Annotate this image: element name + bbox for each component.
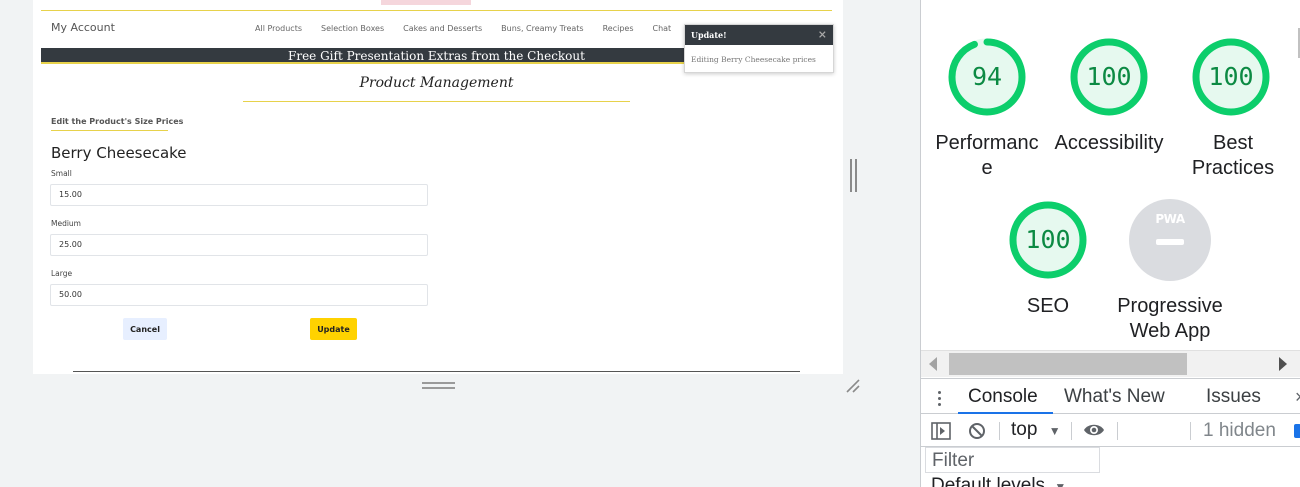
performance-gauge[interactable]: 94 bbox=[947, 37, 1027, 117]
best-practices-label: Best Practices bbox=[1191, 132, 1275, 179]
live-expression-eye-icon[interactable] bbox=[1083, 422, 1105, 438]
settings-gear-icon[interactable] bbox=[1294, 424, 1300, 438]
accessibility-label: Accessibility bbox=[1054, 132, 1164, 154]
update-toast: Update! × Editing Berry Cheesecake price… bbox=[684, 24, 834, 73]
performance-score: 94 bbox=[971, 62, 1003, 91]
devtools-panel: 94 Performance 100 Accessibility 100 Bes… bbox=[920, 0, 1300, 487]
toolbar-separator bbox=[1117, 422, 1118, 440]
console-filter-input[interactable]: Filter bbox=[925, 447, 1100, 473]
drawer-tabbar: Console What's New Issues × bbox=[921, 378, 1300, 414]
sidebar-toggle-icon[interactable] bbox=[931, 422, 951, 440]
seo-gauge[interactable]: 100 bbox=[1008, 200, 1088, 280]
best-practices-score: 100 bbox=[1208, 62, 1254, 91]
corner-resize-icon[interactable] bbox=[845, 378, 861, 394]
clear-console-icon[interactable] bbox=[968, 422, 986, 440]
nav-buns-creamy-treats[interactable]: Buns, Creamy Treats bbox=[501, 24, 583, 33]
scroll-right-arrow-icon[interactable] bbox=[1279, 357, 1287, 371]
header-divider bbox=[41, 10, 832, 11]
best-practices-gauge[interactable]: 100 bbox=[1191, 37, 1271, 117]
accessibility-score: 100 bbox=[1086, 62, 1132, 91]
small-price-label: Small bbox=[51, 169, 72, 178]
medium-price-input[interactable]: 25.00 bbox=[50, 234, 428, 256]
cancel-button[interactable]: Cancel bbox=[123, 318, 167, 340]
footer-divider bbox=[73, 371, 800, 372]
console-toolbar: top ▼ 1 hidden bbox=[921, 414, 1300, 447]
toolbar-separator bbox=[1190, 422, 1191, 440]
medium-price-label: Medium bbox=[51, 219, 81, 228]
section-divider bbox=[51, 130, 168, 131]
nav-chat[interactable]: Chat bbox=[653, 24, 672, 33]
tab-whats-new[interactable]: What's New bbox=[1064, 386, 1165, 408]
tab-console[interactable]: Console bbox=[968, 386, 1038, 408]
pwa-badge-text: PWA bbox=[1155, 212, 1185, 226]
pwa-badge[interactable]: PWA bbox=[1129, 199, 1211, 281]
viewport-width-resize-handle[interactable] bbox=[850, 159, 858, 192]
viewport-right-gutter bbox=[843, 0, 867, 398]
viewport-height-resize-handle[interactable] bbox=[422, 382, 455, 390]
tab-issues[interactable]: Issues bbox=[1206, 386, 1261, 408]
nav-selection-boxes[interactable]: Selection Boxes bbox=[321, 24, 384, 33]
accessibility-gauge[interactable]: 100 bbox=[1069, 37, 1149, 117]
log-levels-dropdown[interactable]: Default levels ▼ bbox=[931, 475, 1066, 487]
pwa-dash-icon bbox=[1156, 239, 1184, 245]
pwa-label: Progressive Web App bbox=[1117, 295, 1223, 342]
chevron-down-icon: ▼ bbox=[1048, 424, 1061, 438]
main-nav: All Products Selection Boxes Cakes and D… bbox=[255, 24, 690, 33]
section-label: Edit the Product's Size Prices bbox=[51, 117, 184, 126]
more-tabs-icon[interactable] bbox=[937, 389, 941, 407]
toast-message: Editing Berry Cheesecake prices bbox=[691, 55, 816, 64]
nav-all-products[interactable]: All Products bbox=[255, 24, 302, 33]
performance-label: Performance bbox=[935, 132, 1039, 179]
page-title: Product Management bbox=[359, 75, 514, 91]
seo-score: 100 bbox=[1025, 225, 1071, 254]
nav-cakes-desserts[interactable]: Cakes and Desserts bbox=[403, 24, 482, 33]
context-selector[interactable]: top ▼ bbox=[1011, 419, 1061, 441]
update-button[interactable]: Update bbox=[310, 318, 357, 340]
lighthouse-report: 94 Performance 100 Accessibility 100 Bes… bbox=[921, 0, 1300, 350]
toast-close-button[interactable]: × bbox=[818, 25, 827, 45]
context-value: top bbox=[1011, 419, 1038, 440]
log-levels-label: Default levels bbox=[931, 475, 1046, 487]
toast-title: Update! bbox=[691, 30, 727, 40]
chevron-down-icon: ▼ bbox=[1054, 480, 1067, 487]
hidden-messages-count[interactable]: 1 hidden bbox=[1203, 420, 1276, 442]
toolbar-separator bbox=[999, 422, 1000, 440]
title-divider bbox=[243, 101, 630, 102]
toolbar-separator bbox=[1071, 422, 1072, 440]
large-price-input[interactable]: 50.00 bbox=[50, 284, 428, 306]
large-price-label: Large bbox=[51, 269, 73, 278]
nav-recipes[interactable]: Recipes bbox=[603, 24, 634, 33]
scroll-thumb[interactable] bbox=[949, 353, 1187, 375]
my-account-link[interactable]: My Account bbox=[51, 21, 115, 34]
scroll-left-arrow-icon[interactable] bbox=[929, 357, 937, 371]
small-price-input[interactable]: 15.00 bbox=[50, 184, 428, 206]
report-horizontal-scrollbar[interactable] bbox=[921, 350, 1300, 377]
seo-label: SEO bbox=[1026, 295, 1070, 317]
hero-image-edge bbox=[381, 0, 471, 5]
product-name: Berry Cheesecake bbox=[51, 144, 187, 162]
drawer-close-icon[interactable]: × bbox=[1295, 387, 1300, 408]
toast-header: Update! × bbox=[685, 25, 833, 45]
